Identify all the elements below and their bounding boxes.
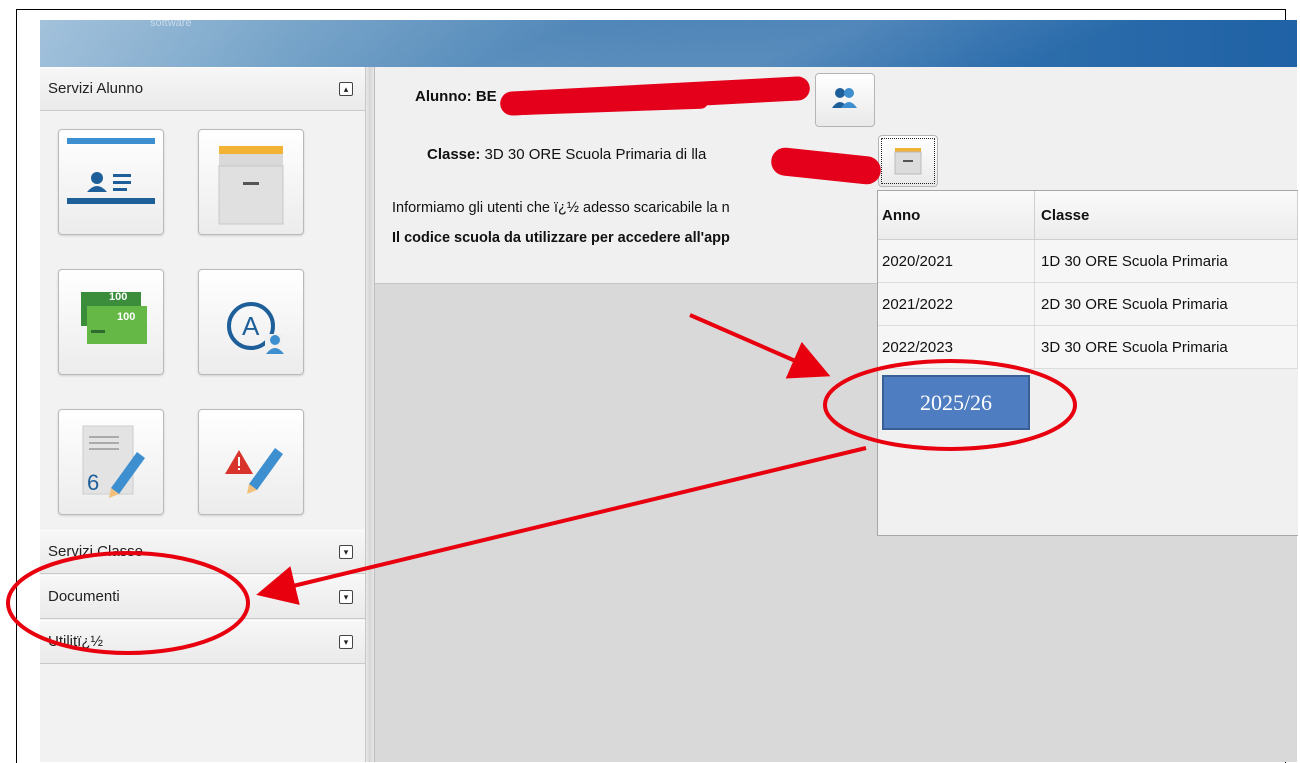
expand-icon[interactable]: ▾ xyxy=(339,590,353,604)
column-header-anno[interactable]: Anno xyxy=(878,191,1035,240)
class-history-button[interactable] xyxy=(878,135,938,187)
cell-anno: 2022/2023 xyxy=(878,325,1035,369)
tile-archive[interactable] xyxy=(198,129,304,235)
change-student-button[interactable] xyxy=(815,73,875,127)
archive-drawer-icon xyxy=(218,146,284,225)
banknotes-icon: 100 100 xyxy=(81,291,147,344)
banner-decoration xyxy=(40,20,1297,67)
archive-drawer-icon xyxy=(894,148,922,175)
expand-icon[interactable]: ▾ xyxy=(339,545,353,559)
grades-pencil-icon: 6 xyxy=(82,425,145,498)
sidebar: Servizi Alunno ▴ 100 100 A 6 Servizi Cla… xyxy=(40,67,366,762)
class-history-table: Anno Classe 2020/2021 1D 30 ORE Scuola P… xyxy=(878,191,1298,369)
table-row[interactable]: 2021/2022 2D 30 ORE Scuola Primaria xyxy=(878,282,1298,326)
class-value-tail: lla xyxy=(691,146,707,163)
class-row: Classe: 3D 30 ORE Scuola Primaria di lla xyxy=(427,146,706,163)
svg-text:100: 100 xyxy=(109,291,127,303)
notice-line-1: Informiamo gli utenti che ï¿½ adesso sca… xyxy=(392,200,730,216)
class-value: 3D 30 ORE Scuola Primaria di xyxy=(484,146,688,163)
svg-text:A: A xyxy=(242,311,260,341)
warning-pencil-icon xyxy=(225,448,283,494)
class-history-popup: Anno Classe 2020/2021 1D 30 ORE Scuola P… xyxy=(877,190,1298,536)
section-title: Servizi Alunno xyxy=(48,80,144,97)
section-title: Servizi Classe xyxy=(48,543,144,560)
added-year-box: 2025/26 xyxy=(882,375,1030,430)
tile-payments[interactable]: 100 100 xyxy=(58,269,164,375)
users-icon xyxy=(832,88,857,108)
cell-anno: 2021/2022 xyxy=(878,282,1035,326)
section-servizi-classe[interactable]: Servizi Classe ▾ xyxy=(40,530,365,574)
section-servizi-alunno[interactable]: Servizi Alunno ▴ xyxy=(40,67,365,111)
svg-text:6: 6 xyxy=(87,470,99,495)
section-documenti[interactable]: Documenti ▾ xyxy=(40,575,365,619)
cell-anno: 2020/2021 xyxy=(878,239,1035,283)
table-header-row: Anno Classe xyxy=(878,191,1298,240)
app-banner: software xyxy=(40,20,1297,67)
cell-classe: 3D 30 ORE Scuola Primaria xyxy=(1034,325,1298,369)
tile-student-card[interactable] xyxy=(58,129,164,235)
tile-grades[interactable]: 6 xyxy=(58,409,164,515)
cell-classe: 2D 30 ORE Scuola Primaria xyxy=(1034,282,1298,326)
cell-classe: 1D 30 ORE Scuola Primaria xyxy=(1034,239,1298,283)
absence-a-icon: A xyxy=(227,302,284,354)
section-title: Documenti xyxy=(48,588,120,605)
class-label: Classe: xyxy=(427,146,481,163)
expand-icon[interactable]: ▾ xyxy=(339,635,353,649)
collapse-icon[interactable]: ▴ xyxy=(339,82,353,96)
section-utilita[interactable]: Utilitï¿½ ▾ xyxy=(40,620,365,664)
table-row[interactable]: 2022/2023 3D 30 ORE Scuola Primaria xyxy=(878,325,1298,369)
section-title: Utilitï¿½ xyxy=(48,633,104,650)
panel-splitter[interactable] xyxy=(366,67,375,762)
tile-absences[interactable]: A xyxy=(198,269,304,375)
table-row[interactable]: 2020/2021 1D 30 ORE Scuola Primaria xyxy=(878,239,1298,283)
brand-subtitle: software xyxy=(150,20,192,29)
student-card-icon xyxy=(67,138,155,204)
column-header-classe[interactable]: Classe xyxy=(1034,191,1298,240)
tile-notes[interactable] xyxy=(198,409,304,515)
svg-text:100: 100 xyxy=(117,311,135,323)
notice-line-2: Il codice scuola da utilizzare per acced… xyxy=(392,230,730,246)
student-label: Alunno: xyxy=(415,88,472,105)
